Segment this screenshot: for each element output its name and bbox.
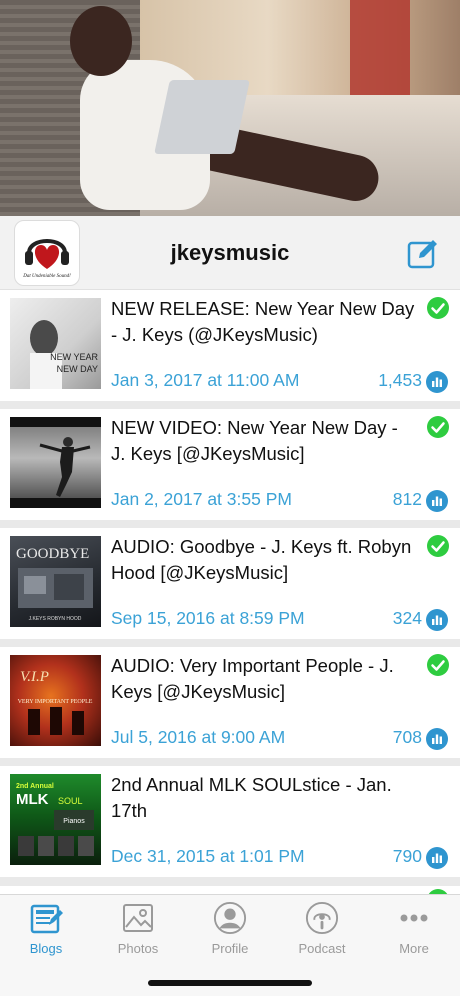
post-title: NEW VIDEO: New Year New Day - J. Keys [@…	[111, 417, 398, 464]
hero-person-head	[70, 6, 132, 76]
tab-label: Photos	[117, 941, 159, 956]
blog-list[interactable]: NEW YEAR NEW DAY NEW RELEASE: New Year N…	[0, 290, 460, 894]
post-date: Jan 2, 2017 at 3:55 PM	[111, 489, 292, 509]
post-thumbnail: GOODBYE J.KEYS ROBYN HOOD	[10, 536, 101, 627]
tab-label: Blogs	[29, 941, 63, 956]
svg-text:GOODBYE: GOODBYE	[16, 546, 89, 562]
hero-image	[0, 0, 460, 216]
stats-icon[interactable]	[426, 728, 448, 750]
tab-blogs[interactable]: Blogs	[0, 901, 92, 961]
blog-icon	[29, 901, 63, 935]
post-title: NEW RELEASE: New Year New Day - J. Keys …	[111, 298, 415, 345]
blog-list-item[interactable]: NEW VIDEO: New Year New Day - J. Keys [@…	[0, 409, 460, 520]
published-check-icon	[427, 416, 449, 438]
post-views: 324	[392, 608, 422, 628]
post-thumbnail: NEW YEAR NEW DAY	[10, 298, 101, 389]
tab-podcast[interactable]: Podcast	[276, 901, 368, 961]
svg-text:J.KEYS ROBYN HOOD: J.KEYS ROBYN HOOD	[29, 616, 82, 622]
published-check-icon	[427, 654, 449, 676]
svg-text:2nd Annual: 2nd Annual	[16, 783, 54, 790]
profile-icon	[213, 901, 247, 935]
post-views: 708	[392, 727, 422, 747]
tab-profile[interactable]: Profile	[184, 901, 276, 961]
stats-icon[interactable]	[426, 490, 448, 512]
hero-red-building	[350, 0, 410, 95]
hero-laptop	[154, 80, 250, 154]
post-date: Dec 31, 2015 at 1:01 PM	[111, 846, 305, 866]
more-icon	[397, 901, 431, 935]
stats-icon[interactable]	[426, 371, 448, 393]
edit-icon	[407, 240, 437, 269]
post-date: Sep 15, 2016 at 8:59 PM	[111, 608, 305, 628]
svg-text:NEW DAY: NEW DAY	[57, 364, 98, 374]
svg-text:Pianos: Pianos	[63, 818, 85, 825]
blog-list-item[interactable]: V.I.P VERY IMPORTANT PEOPLE AUDIO: Very …	[0, 647, 460, 758]
blog-list-item[interactable]: NEW YEAR NEW DAY NEW RELEASE: New Year N…	[0, 290, 460, 401]
post-thumbnail: V.I.P VERY IMPORTANT PEOPLE	[10, 655, 101, 746]
blog-list-item[interactable]: 2nd Annual MLK SOUL Pianos 2nd Annual ML…	[0, 766, 460, 877]
podcast-icon	[305, 901, 339, 935]
svg-text:VERY IMPORTANT PEOPLE: VERY IMPORTANT PEOPLE	[18, 699, 93, 705]
post-title: AUDIO: Goodbye - J. Keys ft. Robyn Hood …	[111, 536, 412, 583]
svg-text:MLK: MLK	[16, 791, 49, 808]
post-date: Jan 3, 2017 at 11:00 AM	[111, 370, 300, 390]
stats-icon[interactable]	[426, 847, 448, 869]
home-indicator[interactable]	[148, 980, 312, 986]
stats-icon[interactable]	[426, 609, 448, 631]
published-check-icon	[427, 535, 449, 557]
blog-list-item[interactable]: GOODBYE J.KEYS ROBYN HOOD AUDIO: Goodbye…	[0, 528, 460, 639]
blog-list-item-partial[interactable]	[0, 886, 460, 894]
svg-text:V.I.P: V.I.P	[20, 669, 49, 685]
tab-label: Podcast	[298, 941, 346, 956]
edit-button[interactable]	[404, 234, 442, 272]
tab-label: Profile	[211, 941, 249, 956]
tab-label: More	[399, 941, 429, 956]
post-thumbnail	[10, 417, 101, 508]
profile-name: jkeysmusic	[170, 240, 290, 265]
svg-text:SOUL: SOUL	[58, 796, 83, 806]
post-thumbnail: 2nd Annual MLK SOUL Pianos	[10, 774, 101, 865]
post-views: 812	[392, 489, 422, 509]
tab-photos[interactable]: Photos	[92, 901, 184, 961]
published-check-icon	[427, 297, 449, 319]
post-title: 2nd Annual MLK SOULstice - Jan. 17th	[111, 774, 392, 821]
profile-header: Dat Undeniable Sound! jkeysmusic	[0, 216, 460, 290]
post-views: 1,453	[378, 370, 422, 390]
post-views: 790	[392, 846, 422, 866]
post-title: AUDIO: Very Important People - J. Keys […	[111, 655, 394, 702]
logo-text: Dat Undeniable Sound!	[22, 274, 71, 279]
svg-text:NEW YEAR: NEW YEAR	[50, 352, 98, 362]
tab-more[interactable]: More	[368, 901, 460, 961]
photo-icon	[121, 901, 155, 935]
post-date: Jul 5, 2016 at 9:00 AM	[111, 727, 286, 747]
